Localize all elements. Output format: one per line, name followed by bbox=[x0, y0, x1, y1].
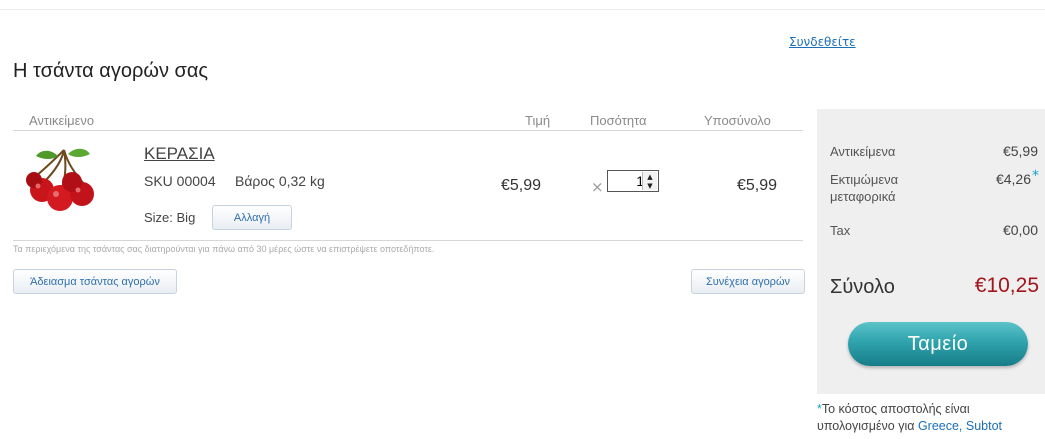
change-item-button[interactable]: Αλλαγή bbox=[212, 205, 292, 230]
footnote-line1: Το κόστος αποστολής είναι bbox=[821, 402, 970, 416]
empty-cart-button[interactable]: Άδειασμα τσάντας αγορών bbox=[13, 269, 177, 294]
summary-total-label: Σύνολο bbox=[830, 276, 895, 298]
top-divider bbox=[0, 9, 1045, 10]
footnote-line2-prefix: υπολογισμένο για bbox=[817, 419, 918, 433]
summary-shipping-label-2: μεταφορικά bbox=[830, 189, 896, 204]
footnote-location-link[interactable]: Greece, Subtot bbox=[918, 419, 1002, 433]
summary-tax-value: €0,00 bbox=[1002, 222, 1038, 238]
column-header-quantity: Ποσότητα bbox=[590, 113, 647, 128]
product-size: Size: Big bbox=[144, 210, 196, 225]
item-price: €5,99 bbox=[501, 177, 542, 194]
product-image[interactable] bbox=[22, 142, 112, 218]
cart-retention-notice: Τα περιεχόμενα της τσάντας σας διατηρούν… bbox=[13, 244, 435, 254]
column-header-price: Τιμή bbox=[525, 113, 551, 128]
header-divider bbox=[13, 130, 803, 131]
spin-down-icon[interactable]: ▼ bbox=[643, 181, 657, 190]
items-divider bbox=[13, 240, 803, 241]
quantity-spinner[interactable]: ▲ ▼ bbox=[642, 172, 657, 190]
summary-shipping-value: €4,26 bbox=[995, 171, 1031, 187]
shipping-asterisk: * bbox=[1032, 168, 1039, 184]
summary-items-label: Αντικείμενα bbox=[830, 144, 896, 159]
item-subtotal: €5,99 bbox=[737, 177, 778, 194]
column-header-item: Αντικείμενο bbox=[29, 113, 95, 128]
summary-items-value: €5,99 bbox=[1002, 143, 1038, 159]
spin-up-icon[interactable]: ▲ bbox=[643, 172, 657, 181]
summary-tax-label: Tax bbox=[830, 223, 851, 238]
product-name-link[interactable]: ΚΕΡΑΣΙΑ bbox=[144, 144, 215, 164]
checkout-button[interactable]: Ταμείο bbox=[848, 322, 1028, 366]
signin-link[interactable]: Συνδεθείτε bbox=[789, 35, 856, 49]
product-weight: Βάρος 0,32 kg bbox=[235, 173, 325, 189]
quantity-input[interactable] bbox=[610, 172, 646, 190]
multiply-sign: × bbox=[591, 178, 604, 196]
continue-shopping-button[interactable]: Συνέχεια αγορών bbox=[691, 269, 805, 294]
summary-total-value: €10,25 bbox=[974, 274, 1039, 297]
product-sku: SKU 00004 bbox=[144, 173, 216, 189]
quantity-stepper[interactable]: ▲ ▼ bbox=[607, 170, 659, 192]
page-title: Η τσάντα αγορών σας bbox=[13, 60, 209, 82]
summary-shipping-label-1: Εκτιμώμενα bbox=[830, 172, 899, 187]
column-header-subtotal: Υποσύνολο bbox=[704, 113, 771, 128]
shipping-footnote: *Το κόστος αποστολής είναι υπολογισμένο … bbox=[817, 401, 1045, 435]
